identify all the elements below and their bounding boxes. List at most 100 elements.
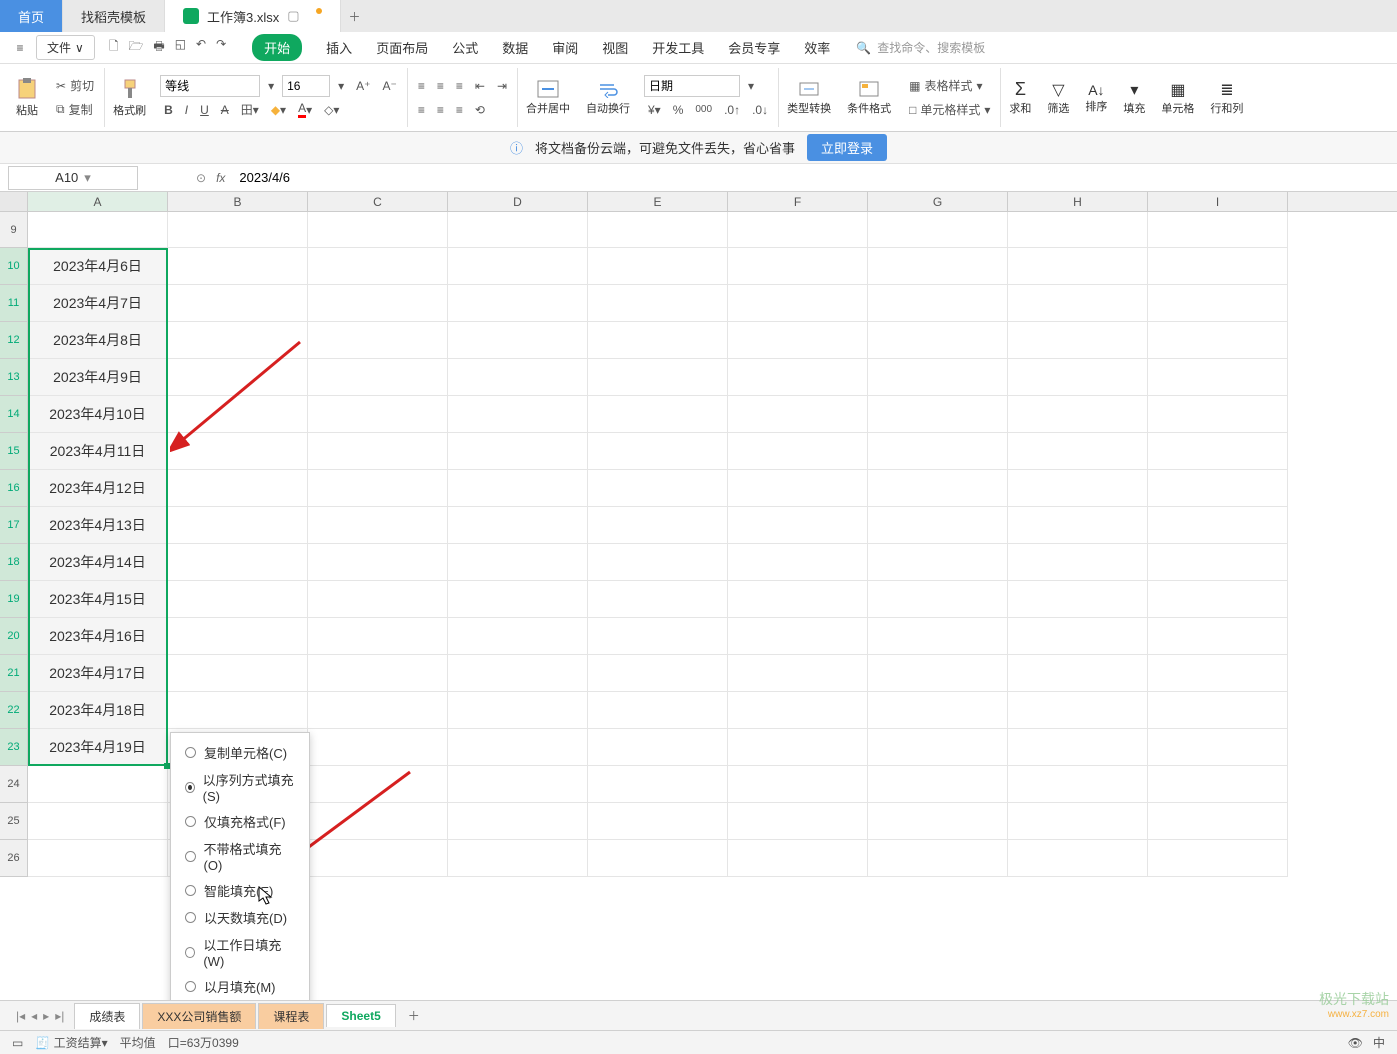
row-header[interactable]: 21 (0, 655, 28, 692)
filter-button[interactable]: ▽筛选 (1039, 68, 1077, 127)
valign-mid-icon[interactable]: ≡ (433, 78, 448, 94)
cell[interactable] (1148, 692, 1288, 729)
cell-date[interactable]: 2023年4月10日 (28, 396, 168, 433)
cell[interactable] (448, 840, 588, 877)
grid-row[interactable]: 21 2023年4月17日 (0, 655, 1397, 692)
dec-font-icon[interactable]: A⁻ (378, 78, 400, 94)
col-header-H[interactable]: H (1008, 192, 1148, 211)
menu-insert[interactable]: 插入 (326, 38, 352, 57)
cell[interactable] (1148, 803, 1288, 840)
cell[interactable] (168, 544, 308, 581)
cell[interactable] (1008, 840, 1148, 877)
cell[interactable] (1148, 655, 1288, 692)
cell[interactable] (448, 470, 588, 507)
cell[interactable] (728, 840, 868, 877)
menu-member[interactable]: 会员专享 (728, 38, 780, 57)
cell[interactable] (168, 692, 308, 729)
cell[interactable] (168, 248, 308, 285)
row-header[interactable]: 20 (0, 618, 28, 655)
orientation-icon[interactable]: ⟲ (471, 102, 489, 118)
col-header-I[interactable]: I (1148, 192, 1288, 211)
tab-document[interactable]: 工作簿3.xlsx ▢ (165, 0, 341, 32)
col-header-C[interactable]: C (308, 192, 448, 211)
sheet-tab-1[interactable]: 成绩表 (74, 1003, 140, 1029)
undo-icon[interactable]: ↶ (196, 37, 206, 58)
indent-dec-icon[interactable]: ⇤ (471, 78, 489, 94)
table-style-button[interactable]: ▦表格样式▾ (905, 74, 994, 98)
menu-view[interactable]: 视图 (602, 38, 628, 57)
cell[interactable] (588, 840, 728, 877)
tab-menu-icon[interactable]: ▢ (287, 8, 299, 24)
cell[interactable] (868, 766, 1008, 803)
cell[interactable] (308, 655, 448, 692)
cell[interactable] (728, 803, 868, 840)
cell-date[interactable]: 2023年4月18日 (28, 692, 168, 729)
indent-inc-icon[interactable]: ⇥ (493, 78, 511, 94)
cell[interactable] (728, 618, 868, 655)
cell[interactable] (868, 655, 1008, 692)
cell[interactable] (728, 581, 868, 618)
cell[interactable] (1008, 544, 1148, 581)
cell[interactable] (588, 285, 728, 322)
cell[interactable] (588, 581, 728, 618)
grid-row[interactable]: 17 2023年4月13日 (0, 507, 1397, 544)
cell[interactable] (448, 581, 588, 618)
spreadsheet-grid[interactable]: A B C D E F G H I 9 10 2023年4月6日 11 2023… (0, 192, 1397, 1000)
cell[interactable] (1008, 322, 1148, 359)
type-convert-button[interactable]: 类型转换 (779, 68, 839, 127)
cell[interactable] (728, 359, 868, 396)
status-salary-link[interactable]: 🧾 工资结算▾ (35, 1034, 107, 1051)
row-header[interactable]: 9 (0, 212, 28, 248)
cell[interactable] (1148, 359, 1288, 396)
cell[interactable] (168, 507, 308, 544)
col-header-A[interactable]: A (28, 192, 168, 211)
col-header-F[interactable]: F (728, 192, 868, 211)
cell[interactable] (168, 581, 308, 618)
cell[interactable] (168, 322, 308, 359)
cell-date[interactable]: 2023年4月13日 (28, 507, 168, 544)
cell[interactable] (868, 285, 1008, 322)
row-header[interactable]: 10 (0, 248, 28, 285)
sheet-tab-2[interactable]: XXX公司销售额 (142, 1003, 256, 1029)
cell[interactable] (448, 544, 588, 581)
grid-row[interactable]: 20 2023年4月16日 (0, 618, 1397, 655)
italic-button[interactable]: I (181, 102, 192, 118)
cell[interactable] (308, 285, 448, 322)
cell[interactable] (728, 322, 868, 359)
sheet-last-icon[interactable]: ▸| (55, 1009, 64, 1023)
cell[interactable] (728, 212, 868, 248)
format-painter-button[interactable]: 格式刷 (105, 68, 154, 127)
row-header[interactable]: 26 (0, 840, 28, 877)
fill-option-7[interactable]: 以月填充(M) (171, 973, 309, 1000)
grid-row[interactable]: 18 2023年4月14日 (0, 544, 1397, 581)
hamburger-icon[interactable]: ≡ (10, 38, 30, 58)
cell-date[interactable]: 2023年4月7日 (28, 285, 168, 322)
menu-start[interactable]: 开始 (252, 34, 302, 61)
cell[interactable] (728, 285, 868, 322)
underline-button[interactable]: U (196, 102, 213, 118)
cell[interactable] (1148, 581, 1288, 618)
cell[interactable] (308, 692, 448, 729)
cell[interactable] (588, 692, 728, 729)
cell[interactable] (448, 729, 588, 766)
grid-row[interactable]: 9 (0, 212, 1397, 248)
fx-icon[interactable]: fx (216, 171, 225, 185)
cell[interactable] (588, 322, 728, 359)
cell[interactable] (448, 618, 588, 655)
cell[interactable] (308, 507, 448, 544)
cell[interactable] (168, 470, 308, 507)
cell[interactable] (28, 212, 168, 248)
fill-button[interactable]: ▾填充 (1115, 68, 1153, 127)
file-button[interactable]: 文件 ∨ (36, 35, 95, 60)
cell[interactable] (1008, 396, 1148, 433)
cell[interactable] (728, 507, 868, 544)
cell[interactable] (728, 433, 868, 470)
cell[interactable] (1008, 248, 1148, 285)
grid-row[interactable]: 16 2023年4月12日 (0, 470, 1397, 507)
cell[interactable] (868, 396, 1008, 433)
cell[interactable] (448, 655, 588, 692)
merge-button[interactable]: 合并居中 (518, 68, 578, 127)
cell-date[interactable]: 2023年4月19日 (28, 729, 168, 766)
cell[interactable] (448, 766, 588, 803)
cell[interactable] (448, 433, 588, 470)
